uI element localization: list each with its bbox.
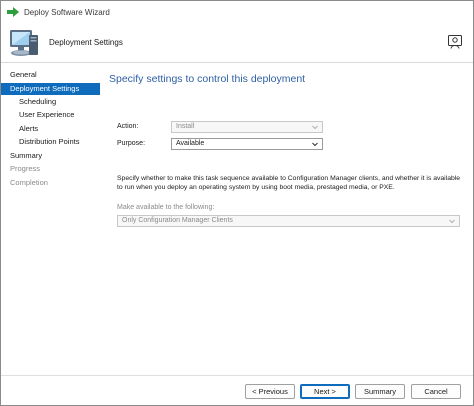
nav-item-completion: Completion <box>10 178 48 187</box>
purpose-select[interactable]: Available <box>171 138 323 150</box>
wizard-content: Specify settings to control this deploym… <box>109 63 473 375</box>
next-button[interactable]: Next > <box>300 384 350 399</box>
action-label: Action: <box>117 123 139 130</box>
green-arrow-icon <box>7 7 19 17</box>
wizard-footer: < Previous Next > Summary Cancel <box>1 375 473 405</box>
window-title: Deploy Software Wizard <box>24 7 110 17</box>
nav-item-user-experience[interactable]: User Experience <box>19 109 74 121</box>
make-available-label: Make available to the following: <box>117 204 215 211</box>
previous-button[interactable]: < Previous <box>245 384 295 399</box>
action-select: Install <box>171 121 323 133</box>
wizard-header: Deployment Settings <box>1 23 473 63</box>
cancel-button[interactable]: Cancel <box>411 384 461 399</box>
nav-item-general[interactable]: General <box>10 69 37 81</box>
nav-item-distribution-points[interactable]: Distribution Points <box>19 136 79 148</box>
wizard-nav: General Deployment Settings Scheduling U… <box>1 63 100 375</box>
computer-icon <box>10 30 38 56</box>
chevron-down-icon <box>449 219 455 224</box>
title-bar: Deploy Software Wizard <box>1 1 473 23</box>
deployment-description: Specify whether to make this task sequen… <box>117 175 461 191</box>
wizard-window: Deploy Software Wizard Deployment Settin… <box>0 0 474 406</box>
page-title: Deployment Settings <box>49 38 123 47</box>
nav-item-scheduling[interactable]: Scheduling <box>19 96 56 108</box>
chevron-down-icon <box>312 125 318 130</box>
nav-item-progress: Progress <box>10 164 41 173</box>
nav-item-deployment-settings[interactable]: Deployment Settings <box>1 83 100 95</box>
chevron-down-icon <box>312 142 318 147</box>
purpose-label: Purpose: <box>117 140 146 147</box>
nav-item-summary[interactable]: Summary <box>10 150 42 162</box>
help-person-icon[interactable] <box>447 34 463 50</box>
nav-item-alerts[interactable]: Alerts <box>19 123 38 135</box>
make-available-select: Only Configuration Manager Clients <box>117 215 460 227</box>
content-heading: Specify settings to control this deploym… <box>109 73 306 85</box>
summary-button[interactable]: Summary <box>355 384 405 399</box>
